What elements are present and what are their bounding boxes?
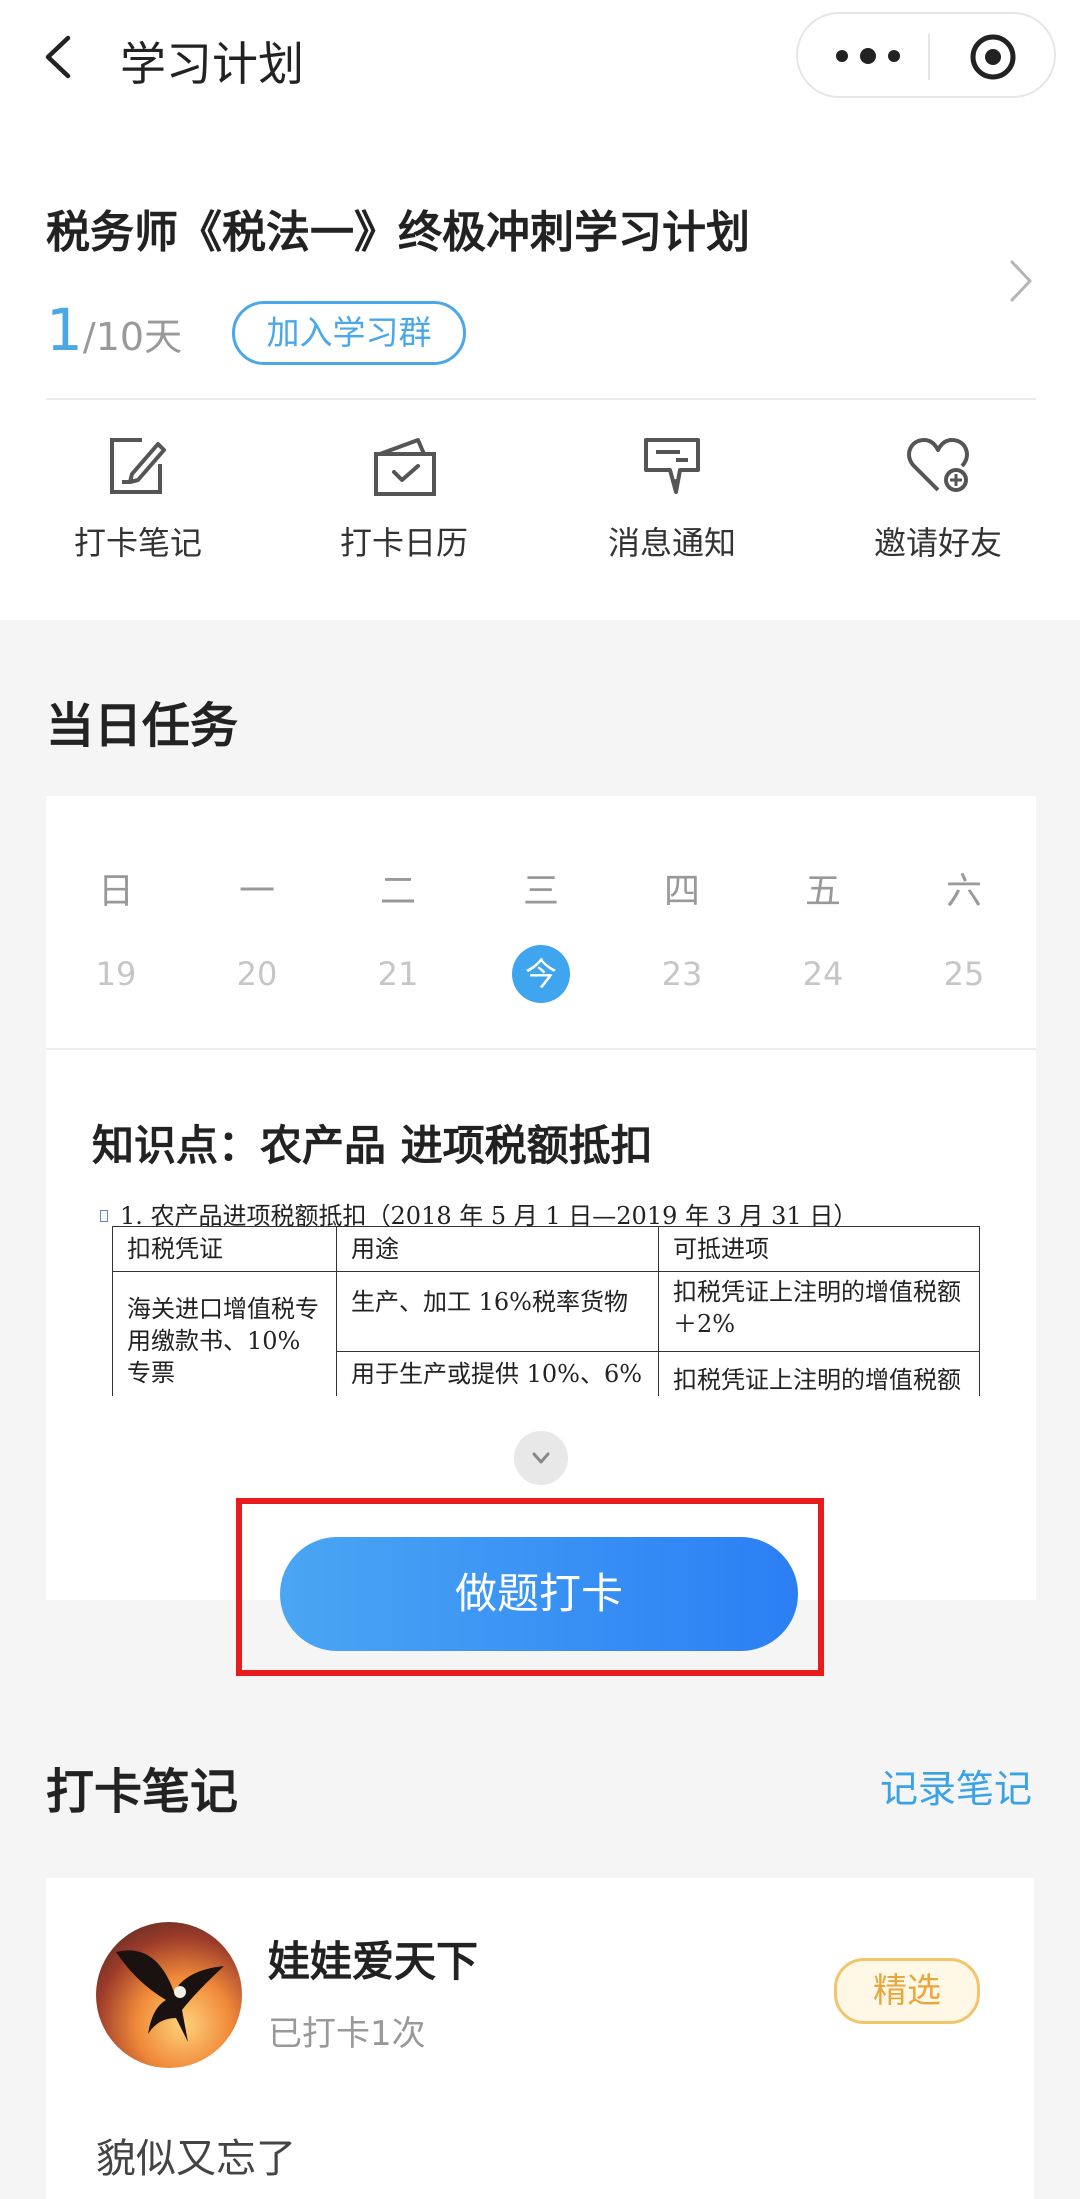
weekday-row: 日 一 二 三 四 五 六 bbox=[46, 862, 1036, 912]
table-cell: 海关进口增值税专用缴款书、10%专票 bbox=[112, 1271, 337, 1396]
avatar[interactable] bbox=[96, 1922, 242, 2068]
checkin-count: 已打卡1次 bbox=[268, 2014, 426, 2054]
more-icon[interactable] bbox=[828, 36, 908, 76]
note-card[interactable]: 娃娃爱天下 已打卡1次 精选 貌似又忘了 bbox=[46, 1878, 1034, 2199]
date-cell[interactable]: 23 bbox=[632, 944, 732, 1004]
note-content: 貌似又忘了 bbox=[96, 2136, 296, 2182]
featured-badge: 精选 bbox=[834, 1958, 980, 2024]
table-cell: 生产、加工 16%税率货物 bbox=[336, 1271, 659, 1352]
section-title-daily-task: 当日任务 bbox=[46, 698, 239, 754]
header-divider bbox=[46, 398, 1036, 400]
anchor-mark bbox=[100, 1210, 108, 1222]
action-label: 打卡笔记 bbox=[73, 524, 202, 562]
expand-chevron-icon[interactable] bbox=[514, 1431, 568, 1485]
plan-progress: 1/10天 bbox=[46, 296, 182, 376]
message-icon bbox=[644, 438, 700, 494]
table-header: 扣税凭证 bbox=[112, 1226, 337, 1272]
user-name: 娃娃爱天下 bbox=[268, 1937, 479, 1986]
task-divider bbox=[46, 1048, 1036, 1050]
table-cell: 扣税凭证上注明的增值税额 bbox=[658, 1351, 980, 1396]
plan-header[interactable]: 税务师《税法一》终极冲刺学习计划 1/10天 加入学习群 打卡笔记 打卡日历 消… bbox=[0, 120, 1080, 620]
date-cell[interactable]: 24 bbox=[773, 944, 873, 1004]
action-label: 邀请好友 bbox=[873, 524, 1002, 562]
action-notifications[interactable]: 消息通知 bbox=[572, 430, 772, 564]
date-cell[interactable]: 20 bbox=[207, 944, 307, 1004]
mini-program-capsule bbox=[796, 12, 1056, 98]
section-title-notes: 打卡笔记 bbox=[46, 1764, 239, 1820]
join-group-button[interactable]: 加入学习群 bbox=[232, 301, 466, 365]
progress-total: /10天 bbox=[82, 315, 183, 359]
weekday-label: 二 bbox=[379, 871, 416, 912]
task-card: 日 一 二 三 四 五 六 19 20 21 今 23 24 25 知识点：农产… bbox=[46, 796, 1036, 1600]
knowledge-point-title: 知识点：农产品 进项税额抵扣 bbox=[92, 1121, 653, 1170]
weekday-label: 六 bbox=[945, 871, 982, 912]
weekday-label: 日 bbox=[97, 871, 134, 912]
action-invite-friends[interactable]: 邀请好友 bbox=[838, 430, 1038, 564]
date-cell-today[interactable]: 今 bbox=[491, 944, 591, 1004]
chevron-right-icon[interactable] bbox=[1006, 256, 1036, 306]
capsule-divider bbox=[928, 34, 930, 80]
quick-actions: 打卡笔记 打卡日历 消息通知 邀请好友 bbox=[0, 430, 1080, 590]
knowledge-table: 扣税凭证 用途 可抵进项 海关进口增值税专用缴款书、10%专票 生产、加工 16… bbox=[112, 1226, 980, 1396]
highlight-box bbox=[236, 1498, 824, 1676]
calendar-check-icon bbox=[374, 438, 436, 496]
back-icon[interactable] bbox=[40, 32, 80, 82]
table-header: 可抵进项 bbox=[658, 1226, 980, 1272]
record-note-link[interactable]: 记录笔记 bbox=[880, 1758, 1032, 1813]
action-label: 消息通知 bbox=[607, 524, 736, 562]
page-title: 学习计划 bbox=[120, 37, 304, 91]
weekday-label: 五 bbox=[804, 871, 841, 912]
action-label: 打卡日历 bbox=[339, 524, 468, 562]
plan-title: 税务师《税法一》终极冲刺学习计划 bbox=[46, 207, 750, 258]
date-cell[interactable]: 21 bbox=[348, 944, 448, 1004]
weekday-label: 三 bbox=[522, 871, 559, 912]
close-target-icon[interactable] bbox=[968, 32, 1018, 82]
action-checkin-calendar[interactable]: 打卡日历 bbox=[304, 430, 504, 564]
date-cell[interactable]: 19 bbox=[66, 944, 166, 1004]
table-cell: 扣税凭证上注明的增值税额＋2% bbox=[658, 1271, 980, 1352]
weekday-label: 四 bbox=[663, 871, 700, 912]
date-row: 19 20 21 今 23 24 25 bbox=[46, 944, 1036, 1004]
table-cell: 用于生产或提供 10%、6% bbox=[336, 1351, 659, 1396]
progress-current: 1 bbox=[46, 296, 83, 364]
heart-add-icon bbox=[907, 438, 969, 492]
action-checkin-notes[interactable]: 打卡笔记 bbox=[38, 430, 238, 564]
date-cell[interactable]: 25 bbox=[914, 944, 1014, 1004]
top-nav-bar: 学习计划 bbox=[0, 0, 1080, 120]
table-header: 用途 bbox=[336, 1226, 659, 1272]
note-edit-icon bbox=[110, 438, 166, 494]
knowledge-table-image: 1. 农产品进项税额抵扣（2018 年 5 月 1 日—2019 年 3 月 3… bbox=[100, 1196, 980, 1396]
weekday-label: 一 bbox=[238, 871, 275, 912]
